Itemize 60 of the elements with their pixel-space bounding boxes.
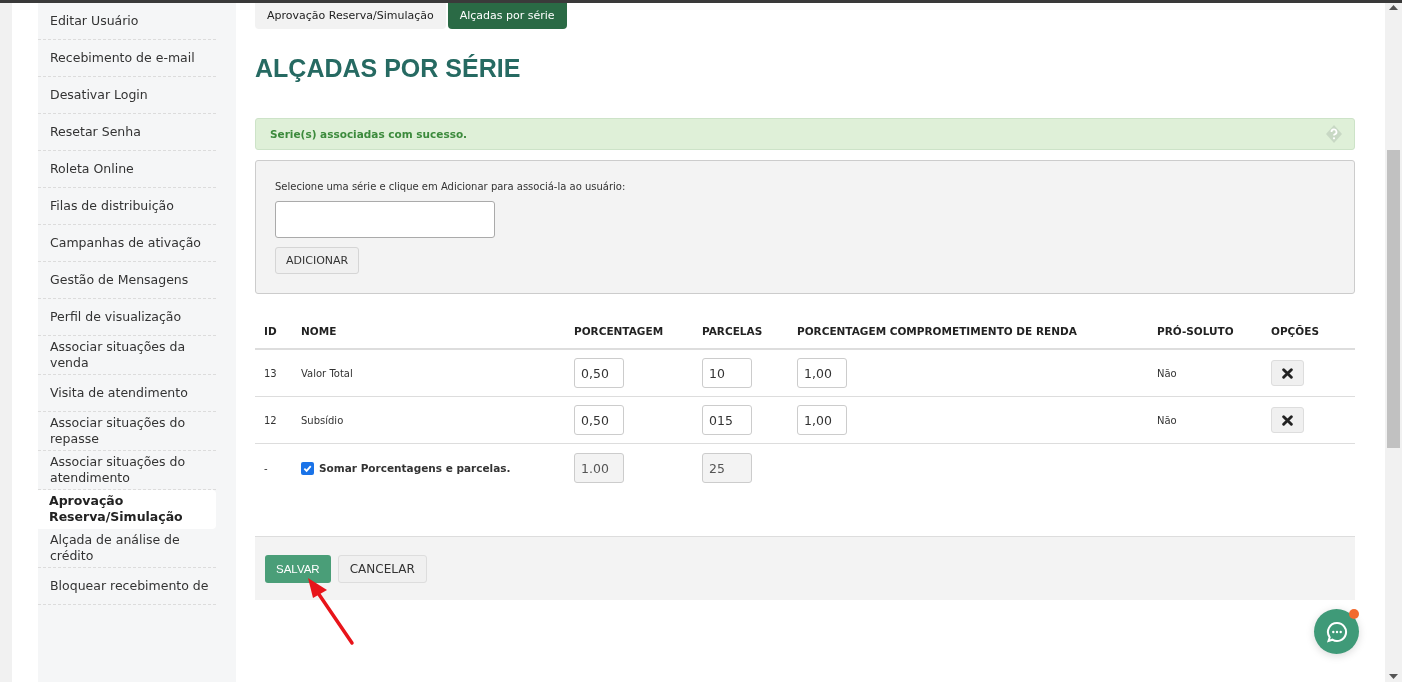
annotation-arrow — [308, 578, 354, 645]
sidebar-item[interactable]: Resetar Senha — [38, 114, 216, 151]
series-input-field[interactable] — [275, 201, 495, 238]
id-cell: - — [264, 462, 268, 474]
sidebar-item[interactable]: Visita de atendimento — [38, 375, 216, 412]
income-commitment-input[interactable]: 1,00 — [797, 405, 847, 435]
close-icon — [1282, 414, 1293, 426]
sidebar-item[interactable]: Editar Usuário — [38, 3, 216, 40]
sidebar-item[interactable]: Bloquear recebimento de — [38, 568, 216, 605]
sidebar-item[interactable]: Associar situações da venda — [38, 336, 216, 375]
percentage-input[interactable]: 0,50 — [574, 405, 624, 435]
page-title: ALÇADAS POR SÉRIE — [255, 54, 522, 84]
income-commitment-input[interactable]: 1,00 — [797, 358, 847, 388]
sum-checkbox[interactable] — [301, 461, 314, 475]
sidebar-item[interactable]: Campanhas de ativação — [38, 225, 216, 262]
id-cell: 12 — [264, 414, 277, 426]
id-cell: 13 — [264, 367, 277, 379]
column-header: PORCENTAGEM COMPROMETIMENTO DE RENDA — [788, 318, 1148, 350]
column-header: PRÓ-SOLUTO — [1148, 318, 1262, 350]
instruction-text: Selecione uma série e clique em Adicionar para associá-la ao usuário: — [275, 181, 627, 192]
cancel-button[interactable]: CANCELAR — [337, 554, 427, 583]
percentage-input[interactable]: 0,50 — [574, 358, 624, 388]
sidebar-item[interactable]: Filas de distribuição — [38, 188, 216, 225]
sidebar-item[interactable]: Perfil de visualização — [38, 299, 216, 336]
name-cell: Valor Total — [301, 367, 353, 379]
chat-button[interactable] — [1314, 609, 1359, 654]
installments-input[interactable]: 015 — [702, 405, 752, 435]
pro-soluto-cell: Não — [1157, 414, 1177, 426]
scroll-down-icon[interactable] — [1389, 674, 1398, 679]
installments-total-field: 25 — [702, 453, 752, 483]
sidebar-item[interactable]: Recebimento de e-mail — [38, 40, 216, 77]
sidebar-item[interactable]: Alçada de análise de crédito — [38, 529, 216, 568]
sidebar-item[interactable]: Gestão de Mensagens — [38, 262, 216, 299]
scroll-up-icon[interactable] — [1389, 5, 1398, 10]
sidebar-item[interactable]: Associar situações do repasse — [38, 412, 216, 451]
notification-dot — [1349, 609, 1359, 619]
delete-button[interactable] — [1271, 407, 1304, 433]
help-icon — [1326, 125, 1342, 143]
tab[interactable]: Aprovação Reserva/Simulação — [255, 3, 446, 29]
pro-soluto-cell: Não — [1157, 367, 1177, 379]
name-cell: Subsídio — [301, 414, 344, 426]
tab[interactable]: Alçadas por série — [447, 3, 567, 29]
percentage-total-field: 1.00 — [574, 453, 624, 483]
scrollbar[interactable] — [1385, 3, 1402, 682]
installments-input[interactable]: 10 — [702, 358, 752, 388]
sidebar-item[interactable]: Desativar Login — [38, 77, 216, 114]
column-header: PORCENTAGEM — [565, 318, 693, 350]
scrollbar-thumb[interactable] — [1387, 150, 1400, 448]
sidebar-item[interactable]: Aprovação Reserva/Simulação — [38, 490, 216, 529]
sum-label: Somar Porcentagens e parcelas. — [319, 462, 511, 474]
add-button[interactable]: ADICIONAR — [275, 247, 360, 274]
sidebar-item[interactable]: Roleta Online — [38, 151, 216, 188]
column-header: OPÇÕES — [1262, 318, 1355, 350]
column-header: ID — [255, 318, 292, 350]
chat-bubble-icon — [1325, 620, 1348, 643]
delete-button[interactable] — [1271, 360, 1304, 386]
alert-text: Serie(s) associadas com sucesso. — [270, 128, 468, 140]
column-header: NOME — [292, 318, 565, 350]
column-header: PARCELAS — [693, 318, 788, 350]
close-icon — [1282, 367, 1293, 379]
